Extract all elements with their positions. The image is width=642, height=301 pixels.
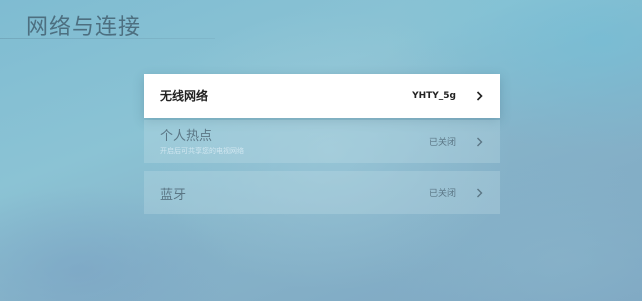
chevron-right-icon bbox=[470, 137, 488, 147]
menu-item-text: 个人热点 开启后可共享您的电视网络 bbox=[144, 120, 429, 163]
menu-item-text: 蓝牙 bbox=[144, 171, 429, 214]
menu-item-text: 无线网络 bbox=[144, 74, 412, 118]
hotspot-status: 已关闭 bbox=[428, 138, 456, 148]
menu-item-label: 无线网络 bbox=[160, 89, 209, 103]
menu-item-subtitle: 开启后可共享您的电视网络 bbox=[160, 147, 244, 155]
menu-item-label: 蓝牙 bbox=[160, 188, 187, 203]
menu-item-bluetooth[interactable]: 蓝牙 已关闭 bbox=[144, 171, 500, 214]
page-title: 网络与连接 bbox=[26, 15, 142, 40]
menu-item-hotspot[interactable]: 个人热点 开启后可共享您的电视网络 已关闭 bbox=[144, 120, 500, 163]
wifi-network-name: YHTY_5g bbox=[412, 91, 456, 101]
bluetooth-status: 已关闭 bbox=[428, 189, 456, 199]
chevron-right-icon bbox=[470, 188, 488, 198]
chevron-right-icon bbox=[470, 91, 488, 101]
menu-item-wifi[interactable]: 无线网络 YHTY_5g bbox=[144, 74, 500, 118]
title-divider bbox=[0, 38, 215, 39]
menu-item-label: 个人热点 bbox=[160, 129, 213, 144]
